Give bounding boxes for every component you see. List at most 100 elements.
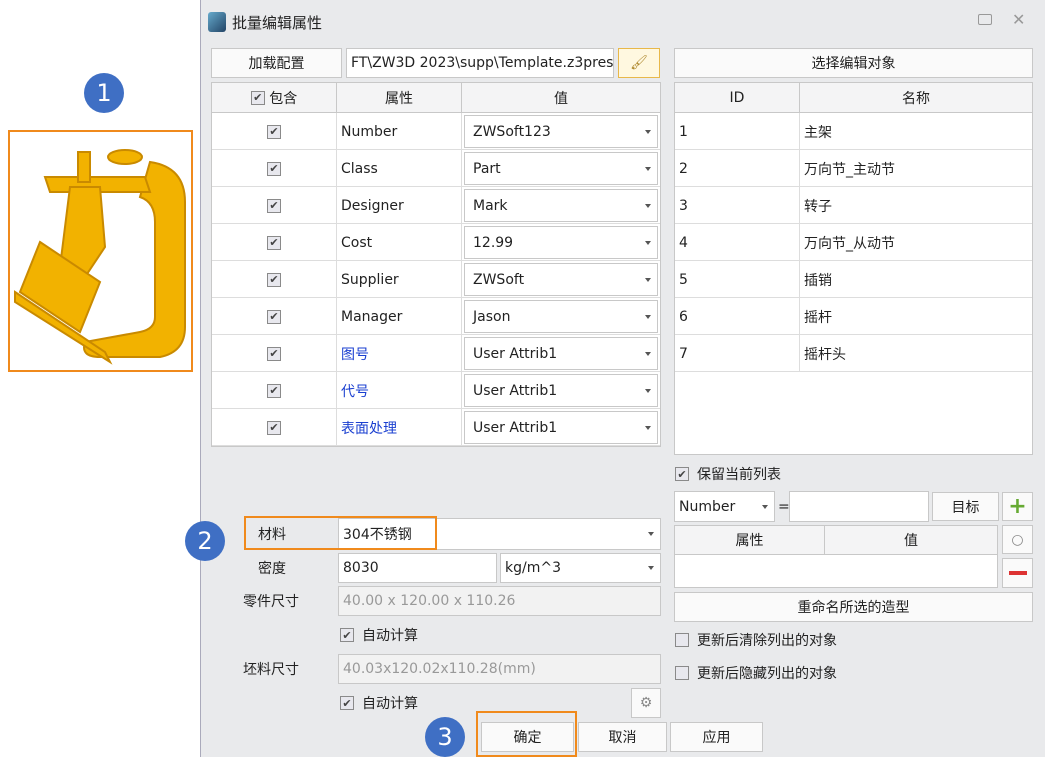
header-include[interactable]: ✔ 包含 [212,83,337,113]
select-objects-button[interactable]: 选择编辑对象 [674,48,1033,78]
include-checkbox[interactable]: ✔ [267,272,281,287]
include-cell[interactable]: ✔ [212,224,337,261]
include-cell[interactable]: ✔ [212,261,337,298]
keep-list-checkbox[interactable]: ✔ 保留当前列表 [675,463,781,485]
value-cell[interactable]: User Attrib1 [462,409,660,446]
density-unit-select[interactable]: kg/m^3 [500,553,661,583]
include-checkbox[interactable]: ✔ [267,124,281,139]
table-row[interactable]: 6 摇杆 [675,298,1032,335]
value-cell[interactable]: 12.99 [462,224,660,261]
object-table: ID 名称 1 主架 2 万向节_主动节 3 转子 4 万向节_从动节 5 插销… [674,82,1033,455]
table-row[interactable]: 2 万向节_主动节 [675,150,1032,187]
value-text: ZWSoft123 [473,123,551,140]
attribute-cell: 表面处理 [337,409,462,446]
value-select[interactable]: User Attrib1 [464,411,658,444]
table-row: ✔ 代号 User Attrib1 [212,372,660,409]
name-cell: 插销 [804,272,832,289]
value-cell[interactable]: Part [462,150,660,187]
include-cell[interactable]: ✔ [212,298,337,335]
include-checkbox[interactable]: ✔ [267,309,281,324]
header-value[interactable]: 值 [462,83,660,113]
header-name[interactable]: 名称 [800,83,1032,113]
include-checkbox[interactable]: ✔ [267,235,281,250]
id-cell: 1 [675,113,800,150]
search-button[interactable]: ○ [1002,525,1033,554]
load-config-button[interactable]: 加载配置 [211,48,342,78]
chevron-down-icon [645,166,651,171]
table-row[interactable]: 5 插销 [675,261,1032,298]
value-select[interactable]: Part [464,152,658,185]
auto-calc-checkbox-2[interactable]: ✔ 自动计算 [340,692,418,714]
hide-after-checkbox[interactable]: 更新后隐藏列出的对象 [675,662,837,684]
target-button[interactable]: 目标 [932,492,999,521]
checkbox[interactable] [675,633,689,647]
include-checkbox[interactable]: ✔ [267,383,281,398]
blank-size-label: 坯料尺寸 [243,662,299,678]
checkbox[interactable]: ✔ [340,696,354,710]
value-cell[interactable]: ZWSoft [462,261,660,298]
ok-button[interactable]: 确定 [481,722,574,752]
apply-button[interactable]: 应用 [670,722,763,752]
include-checkbox[interactable]: ✔ [267,161,281,176]
density-input[interactable]: 8030 [338,553,497,583]
value-select[interactable]: User Attrib1 [464,374,658,407]
include-checkbox[interactable]: ✔ [267,198,281,213]
add-button[interactable]: + [1002,492,1033,521]
header-id[interactable]: ID [675,83,800,113]
value-cell[interactable]: ZWSoft123 [462,113,660,150]
settings-button[interactable]: ⚙ [631,688,661,718]
filter-attribute-select[interactable]: Number [674,491,775,522]
value-cell[interactable]: User Attrib1 [462,372,660,409]
checkbox[interactable]: ✔ [340,628,354,642]
include-all-checkbox[interactable]: ✔ [250,90,265,105]
clear-after-checkbox[interactable]: 更新后清除列出的对象 [675,629,837,651]
clear-brush-button[interactable]: 🖌 [618,48,660,78]
value-select[interactable]: User Attrib1 [464,337,658,370]
config-path-field[interactable]: FT\ZW3D 2023\supp\Template.z3preset [346,48,614,78]
table-row[interactable]: 7 摇杆头 [675,335,1032,372]
close-icon[interactable]: ✕ [1012,10,1025,29]
include-cell[interactable]: ✔ [212,113,337,150]
value-select[interactable]: 12.99 [464,226,658,259]
checkbox[interactable]: ✔ [675,467,689,481]
filter-value-input[interactable] [789,491,929,522]
name-cell: 万向节_从动节 [804,235,895,252]
checkbox[interactable] [675,666,689,680]
header-attribute[interactable]: 属性 [337,83,462,113]
include-cell[interactable]: ✔ [212,187,337,224]
chevron-down-icon [648,566,654,570]
cancel-button[interactable]: 取消 [578,722,667,752]
value-select[interactable]: Mark [464,189,658,222]
attribute-cell: Designer [337,187,462,224]
step-badge-2: 2 [185,521,225,561]
table-row[interactable]: 3 转子 [675,187,1032,224]
table-row[interactable]: 4 万向节_从动节 [675,224,1032,261]
value-select[interactable]: Jason [464,300,658,333]
include-cell[interactable]: ✔ [212,335,337,372]
chevron-down-icon [645,203,651,208]
include-checkbox[interactable]: ✔ [267,346,281,361]
header-value[interactable]: 值 [825,526,997,555]
comment-icon[interactable] [978,14,992,25]
value-text: 12.99 [473,234,514,251]
app-icon [208,12,226,32]
value-select[interactable]: ZWSoft [464,263,658,296]
attribute-filter-table: 属性 值 [674,525,998,588]
part-size-field: 40.00 x 120.00 x 110.26 [338,586,661,616]
auto-calc-checkbox-1[interactable]: ✔ 自动计算 [340,624,418,646]
value-select[interactable]: ZWSoft123 [464,115,658,148]
remove-button[interactable] [1002,558,1033,588]
value-cell[interactable]: User Attrib1 [462,335,660,372]
include-cell[interactable]: ✔ [212,409,337,446]
include-cell[interactable]: ✔ [212,150,337,187]
rename-button[interactable]: 重命名所选的造型 [674,592,1033,622]
table-row[interactable]: 1 主架 [675,113,1032,150]
header-attribute[interactable]: 属性 [675,526,825,555]
chevron-down-icon [645,277,651,282]
name-cell: 摇杆 [804,309,832,326]
value-cell[interactable]: Jason [462,298,660,335]
include-cell[interactable]: ✔ [212,372,337,409]
value-cell[interactable]: Mark [462,187,660,224]
density-unit-value: kg/m^3 [505,560,561,576]
include-checkbox[interactable]: ✔ [267,420,281,435]
